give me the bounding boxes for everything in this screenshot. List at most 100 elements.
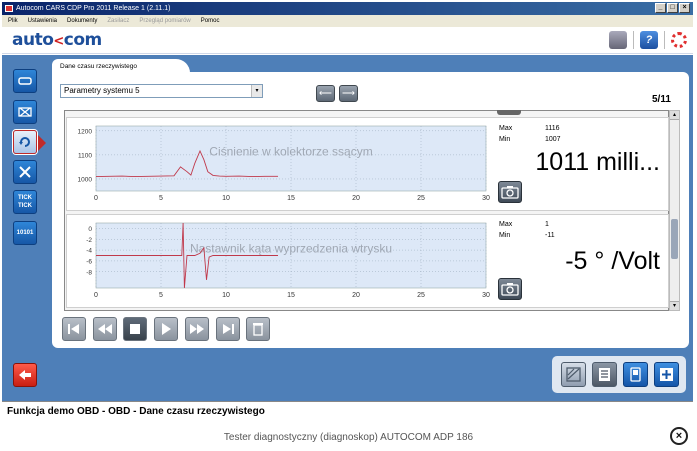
scroll-thumb[interactable] [671, 219, 678, 259]
active-indicator-arrow [38, 135, 46, 151]
stop-button[interactable] [123, 317, 147, 341]
tick-button[interactable]: TICK TICK [13, 190, 37, 214]
min-readout: Min -11 [499, 232, 555, 239]
skip-end-button[interactable] [216, 317, 240, 341]
x-tick-label: 25 [417, 292, 425, 299]
camera-icon [501, 186, 519, 199]
x-tick-label: 10 [222, 195, 230, 202]
menu-przeglad: Przegląd pomiarów [139, 18, 191, 24]
tools-icon [19, 166, 31, 178]
busy-spinner-icon [671, 32, 687, 48]
menu-bar: Plik Ustawienia Dokumenty Zasilacz Przeg… [2, 15, 693, 27]
max-readout: Max 1 [499, 221, 549, 228]
device-icon [630, 367, 641, 382]
x-tick-label: 25 [417, 195, 425, 202]
image-caption: Tester diagnostyczny (diagnoskop) AUTOCO… [223, 432, 474, 443]
chart-title: Ciśnienie w kolektorze ssącym [209, 144, 372, 158]
chart-row-manifold-pressure: 0 5 10 15 20 25 30 1200 1100 1000 Ciśnienie w kole… [66, 117, 669, 211]
tools-button[interactable] [13, 160, 37, 184]
list-icon [599, 368, 610, 381]
chart-title: Nastawnik kąta wyprzedzenia wtrysku [190, 241, 392, 255]
device-settings-button[interactable] [623, 362, 648, 387]
menu-dokumenty[interactable]: Dokumenty [67, 15, 97, 27]
help-icon[interactable]: ? [640, 31, 658, 49]
y-tick-label: -8 [86, 269, 92, 276]
live-data-button[interactable] [13, 130, 37, 154]
play-icon [162, 323, 171, 335]
snapshot-button[interactable] [498, 181, 522, 203]
back-button[interactable] [13, 363, 37, 387]
maximize-button[interactable]: □ [667, 3, 678, 13]
menu-ustawienia[interactable]: Ustawienia [28, 15, 57, 27]
print-report-button[interactable] [561, 362, 586, 387]
title-bar: Autocom CARS CDP Pro 2011 Release 1 (2.1… [2, 2, 693, 15]
y-tick-label: -4 [86, 248, 92, 255]
status-bar: Funkcja demo OBD - OBD - Dane czasu rzec… [2, 401, 693, 420]
fast-forward-icon [190, 324, 204, 334]
scroll-up-icon[interactable]: ▴ [670, 111, 679, 120]
divider [633, 31, 634, 49]
charts-scrollbar[interactable]: ▴ ▾ [669, 110, 680, 311]
chart-row-injection-timing: 0 5 10 15 20 25 30 0 -2 -4 -6 -8 Nastawnik kąta wypr… [66, 214, 669, 308]
list-view-button[interactable] [592, 362, 617, 387]
x-tick-label: 30 [482, 292, 490, 299]
close-overlay-button[interactable]: × [670, 427, 688, 445]
network-icon[interactable] [609, 31, 627, 49]
chart-injection-timing: 0 5 10 15 20 25 30 0 -2 -4 -6 -8 Nastawnik kąta wypr… [86, 222, 490, 299]
menu-pomoc[interactable]: Pomoc [201, 15, 220, 27]
fast-forward-button[interactable] [185, 317, 209, 341]
delete-recording-button[interactable] [246, 317, 270, 341]
x-tick-label: 20 [352, 195, 360, 202]
divider [664, 31, 665, 49]
cross-out-icon [18, 107, 32, 117]
current-value: -5 ° /Volt [565, 247, 660, 275]
x-tick-label: 10 [222, 292, 230, 299]
x-tick-label: 30 [482, 195, 490, 202]
vehicle-connect-button[interactable] [13, 69, 37, 93]
x-tick-label: 0 [94, 195, 98, 202]
add-panel-button[interactable] [654, 362, 679, 387]
chart-manifold-pressure: 0 5 10 15 20 25 30 1200 1100 1000 Ciśnienie w kole… [78, 125, 490, 202]
x-tick-label: 15 [287, 195, 295, 202]
app-window: Autocom CARS CDP Pro 2011 Release 1 (2.1… [0, 0, 697, 451]
close-button[interactable]: × [679, 3, 690, 13]
next-page-button[interactable]: ⟶ [339, 85, 358, 102]
page-indicator: 5/11 [652, 94, 671, 105]
menu-plik[interactable]: Plik [8, 15, 18, 27]
refresh-data-icon [19, 137, 30, 147]
scrolled-item-edge [497, 110, 521, 115]
binary-data-button[interactable]: 10101 [13, 221, 37, 245]
erase-codes-button[interactable] [13, 100, 37, 124]
minimize-button[interactable]: _ [655, 3, 666, 13]
stop-icon [130, 324, 140, 334]
previous-page-button[interactable]: ⟵ [316, 85, 335, 102]
brand-header: auto<com ? [2, 27, 693, 54]
chart-report-icon [566, 367, 581, 382]
x-tick-label: 20 [352, 292, 360, 299]
rewind-button[interactable] [93, 317, 117, 341]
app-icon [5, 5, 13, 12]
x-tick-label: 5 [159, 195, 163, 202]
x-tick-label: 0 [94, 292, 98, 299]
back-arrow-icon [19, 370, 31, 380]
y-tick-label: 1100 [78, 152, 92, 159]
camera-icon [501, 283, 519, 296]
skip-start-icon [68, 324, 79, 334]
scroll-down-icon[interactable]: ▾ [670, 301, 679, 310]
play-button[interactable] [154, 317, 178, 341]
add-icon [660, 368, 673, 381]
rewind-icon [98, 324, 112, 334]
y-tick-label: 1000 [78, 176, 93, 183]
y-tick-label: -2 [86, 237, 92, 244]
snapshot-button[interactable] [498, 278, 522, 300]
system-select[interactable]: Parametry systemu 5 ▾ [60, 84, 263, 98]
x-tick-label: 15 [287, 292, 295, 299]
x-tick-label: 5 [159, 292, 163, 299]
window-title: Autocom CARS CDP Pro 2011 Release 1 (2.1… [16, 5, 171, 12]
current-value: 1011 milli... [535, 148, 660, 176]
plug-icon [18, 77, 32, 85]
trash-icon [253, 323, 263, 336]
y-tick-label: 0 [88, 226, 92, 233]
rewind-start-button[interactable] [62, 317, 86, 341]
max-readout: Max 1116 [499, 125, 560, 132]
